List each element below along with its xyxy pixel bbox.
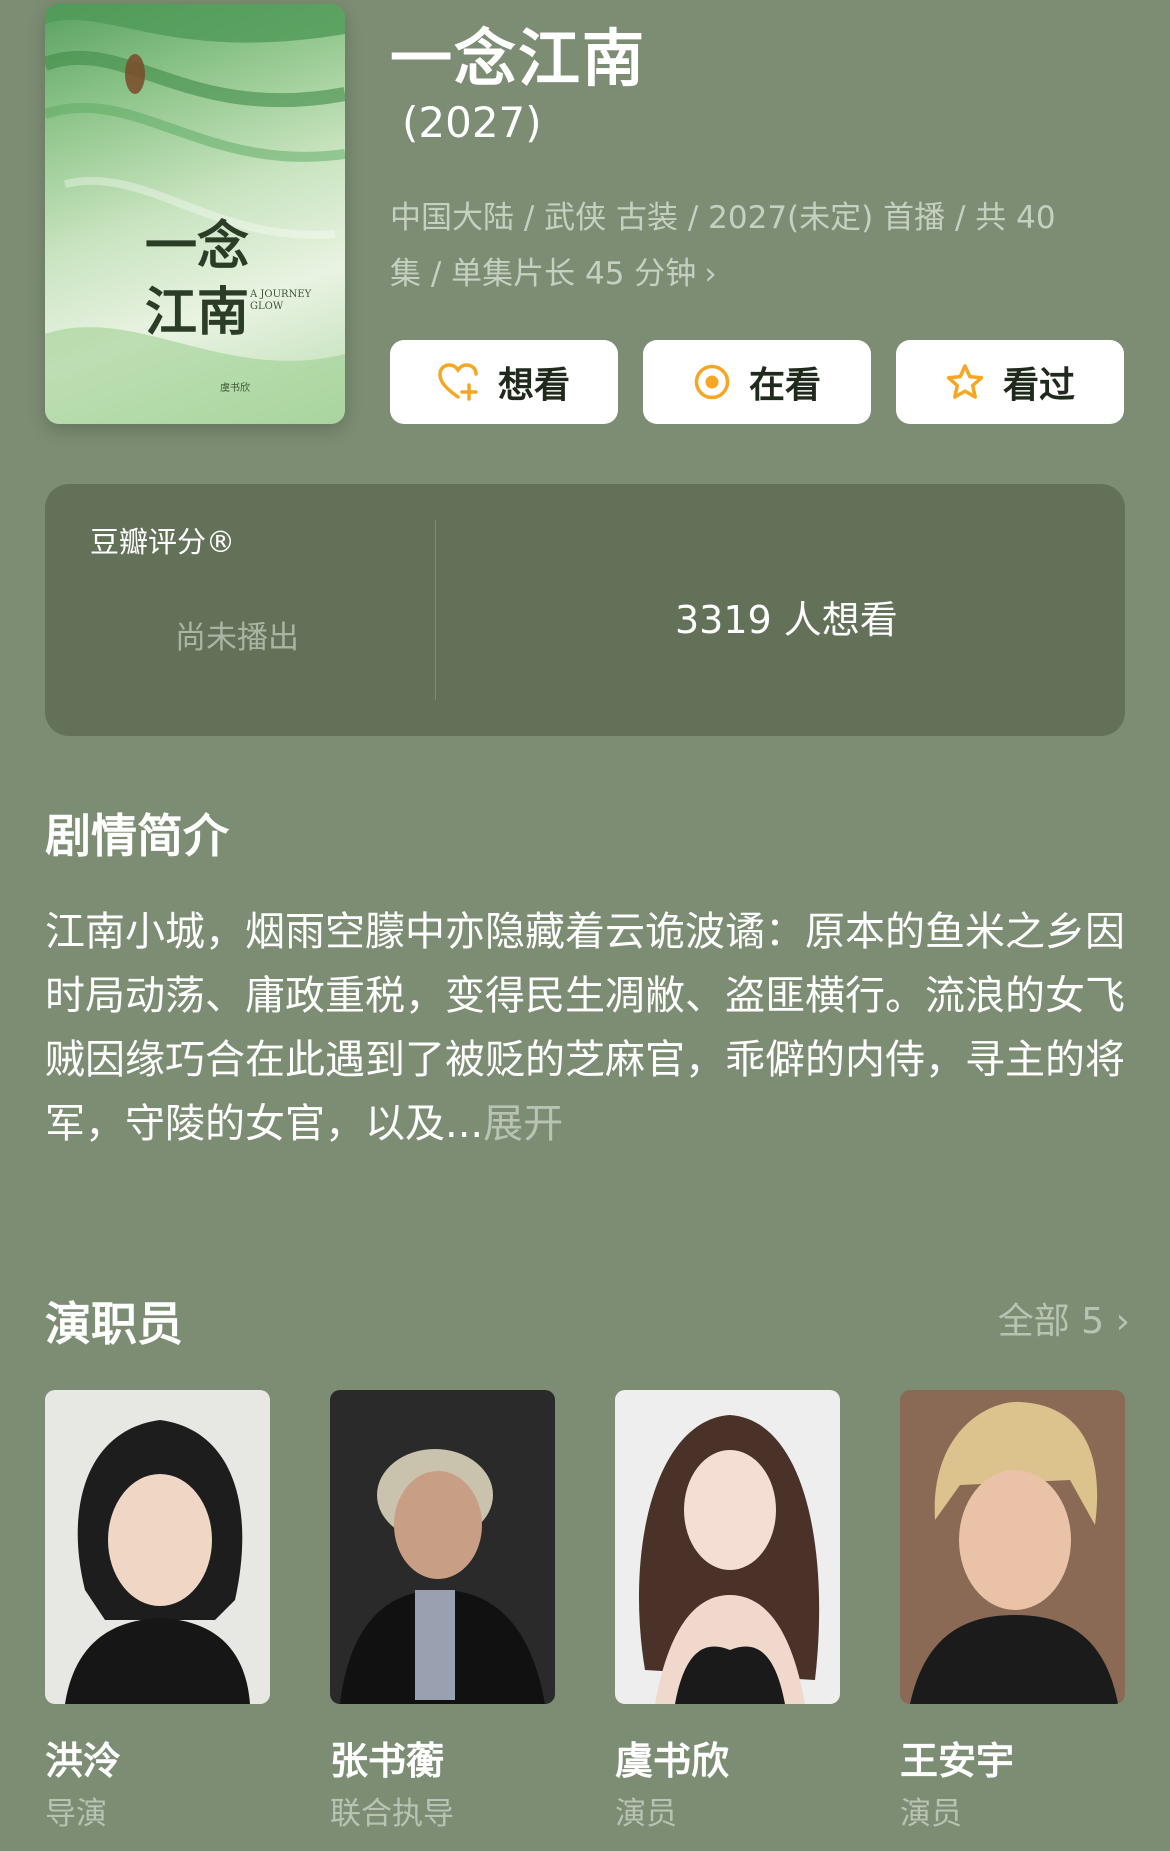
- cast-photo[interactable]: [900, 1390, 1125, 1704]
- rating-card[interactable]: 豆瓣评分® 尚未播出 3319 人想看: [45, 484, 1125, 736]
- poster-subtitle-art: A JOURNEY GLOW: [250, 289, 312, 312]
- portrait-image: [615, 1390, 840, 1704]
- cast-photo[interactable]: [45, 1390, 270, 1704]
- cast-title: 演职员: [45, 1297, 183, 1351]
- action-bar: 想看 在看 看过: [390, 340, 1124, 424]
- synopsis-text[interactable]: 江南小城，烟雨空朦中亦隐藏着云诡波谲：原本的鱼米之乡因时局动荡、庸政重税，变得民…: [45, 900, 1130, 1156]
- chevron-right-icon: ›: [1115, 1301, 1130, 1342]
- portrait-image: [45, 1390, 270, 1704]
- show-title: 一念江南: [390, 22, 647, 95]
- want-count: 3319 人想看: [675, 598, 898, 642]
- heart-plus-icon: [438, 363, 478, 401]
- meta-line-1: 中国大陆 / 武侠 古装 / 2027(未定) 首播 / 共 40: [390, 200, 1056, 236]
- rating-label: 豆瓣评分®: [90, 525, 236, 559]
- target-icon: [694, 364, 730, 400]
- show-year: (2027): [402, 98, 542, 147]
- cast-item[interactable]: 虞书欣 演员: [615, 1390, 840, 1833]
- cast-role: 演员: [615, 1796, 677, 1832]
- cast-role: 联合执导: [330, 1796, 454, 1832]
- cast-photo[interactable]: [615, 1390, 840, 1704]
- want-button-label: 想看: [497, 365, 570, 406]
- synopsis-body: 江南小城，烟雨空朦中亦隐藏着云诡波谲：原本的鱼米之乡因时局动荡、庸政重税，变得民…: [45, 909, 1125, 1147]
- cast-all-link[interactable]: 全部 5 ›: [998, 1292, 1130, 1344]
- poster-credit-art: 虞书欣: [220, 383, 250, 394]
- poster-image[interactable]: 一念江南 A JOURNEY GLOW 虞书欣: [45, 4, 345, 424]
- poster-title-art: 一念江南: [145, 216, 250, 343]
- star-icon: [946, 364, 984, 399]
- synopsis-title: 剧情简介: [45, 809, 229, 863]
- cast-all-label: 全部 5: [997, 1301, 1105, 1342]
- cast-item[interactable]: 张书蘅 联合执导: [330, 1390, 555, 1833]
- cast-role: 导演: [45, 1796, 107, 1832]
- cast-list: 洪泠 导演 张书蘅 联合执导 虞书欣 演员 王安宇 演员: [45, 1390, 1125, 1833]
- portrait-image: [330, 1390, 555, 1704]
- chevron-right-icon: ›: [704, 256, 717, 292]
- watched-button-label: 看过: [1002, 365, 1075, 406]
- cast-name: 洪泠: [45, 1739, 122, 1783]
- cast-item[interactable]: 洪泠 导演: [45, 1390, 270, 1833]
- rating-status: 尚未播出: [175, 620, 299, 656]
- meta-line-2: 集 / 单集片长 45 分钟 ›: [390, 246, 1090, 302]
- cast-photo[interactable]: [330, 1390, 555, 1704]
- cast-name: 张书蘅: [330, 1739, 445, 1783]
- expand-link[interactable]: 展开: [483, 1101, 563, 1147]
- show-meta[interactable]: 中国大陆 / 武侠 古装 / 2027(未定) 首播 / 共 40 集 / 单集…: [390, 190, 1090, 302]
- cast-name: 王安宇: [900, 1739, 1015, 1783]
- watched-button[interactable]: 看过: [896, 340, 1124, 424]
- cast-item[interactable]: 王安宇 演员: [900, 1390, 1125, 1833]
- want-button[interactable]: 想看: [390, 340, 618, 424]
- meta-line-2-text: 集 / 单集片长 45 分钟: [390, 256, 697, 292]
- rating-divider: [435, 520, 436, 700]
- watching-button-label: 在看: [748, 365, 821, 406]
- watching-button[interactable]: 在看: [643, 340, 871, 424]
- cast-role: 演员: [900, 1796, 962, 1832]
- portrait-image: [900, 1390, 1125, 1704]
- cast-name: 虞书欣: [615, 1739, 730, 1783]
